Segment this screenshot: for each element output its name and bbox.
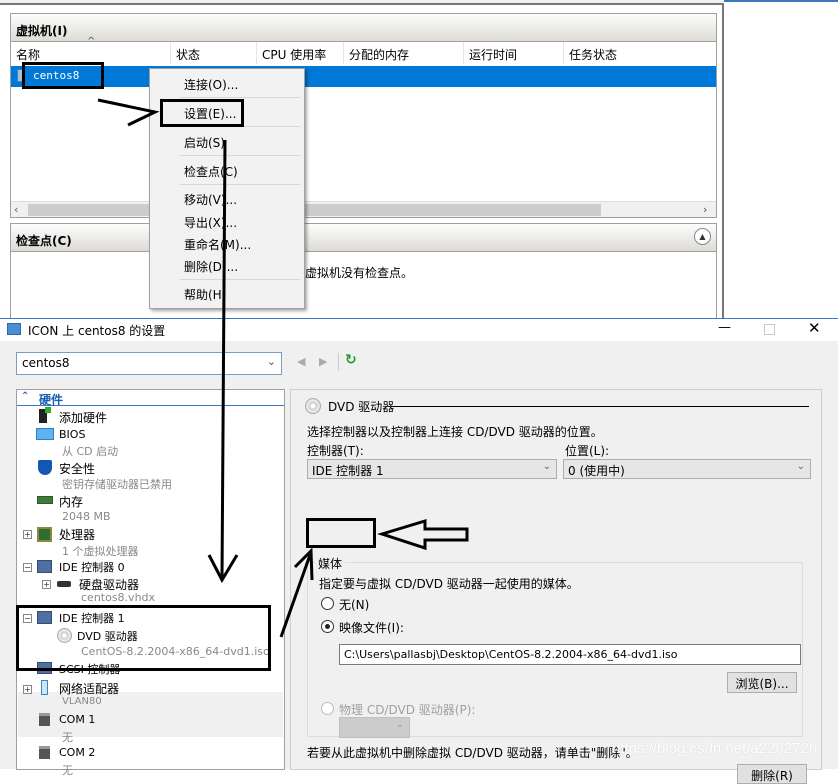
arrow-to-none [376,518,469,551]
annotation-arrows [97,98,469,638]
arrow-line-down [220,139,227,579]
arrow-to-settings [97,98,160,127]
